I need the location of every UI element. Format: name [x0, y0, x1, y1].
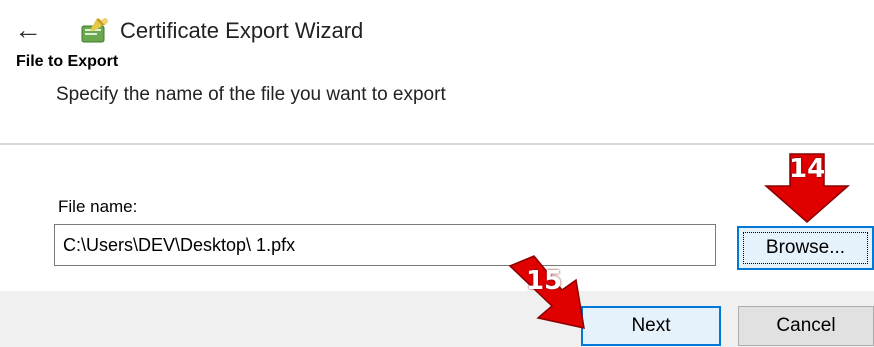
step-15-number: 15 [526, 266, 563, 296]
browse-button[interactable]: Browse... [737, 226, 874, 270]
next-button[interactable]: Next [581, 306, 721, 346]
file-name-input[interactable] [54, 224, 716, 266]
focus-indicator [743, 232, 868, 264]
cancel-button[interactable]: Cancel [738, 306, 874, 346]
back-arrow-icon[interactable]: ← [14, 16, 42, 44]
page-description: Specify the name of the file you want to… [56, 84, 446, 105]
header-divider [0, 143, 874, 145]
title-bar: ← Certificate Export Wizard [0, 12, 874, 48]
page-heading: File to Export [16, 53, 119, 70]
certificate-wizard-icon [81, 18, 108, 43]
window-title: Certificate Export Wizard [120, 18, 364, 43]
file-name-label: File name: [58, 197, 138, 216]
step-14-number: 14 [789, 154, 826, 184]
